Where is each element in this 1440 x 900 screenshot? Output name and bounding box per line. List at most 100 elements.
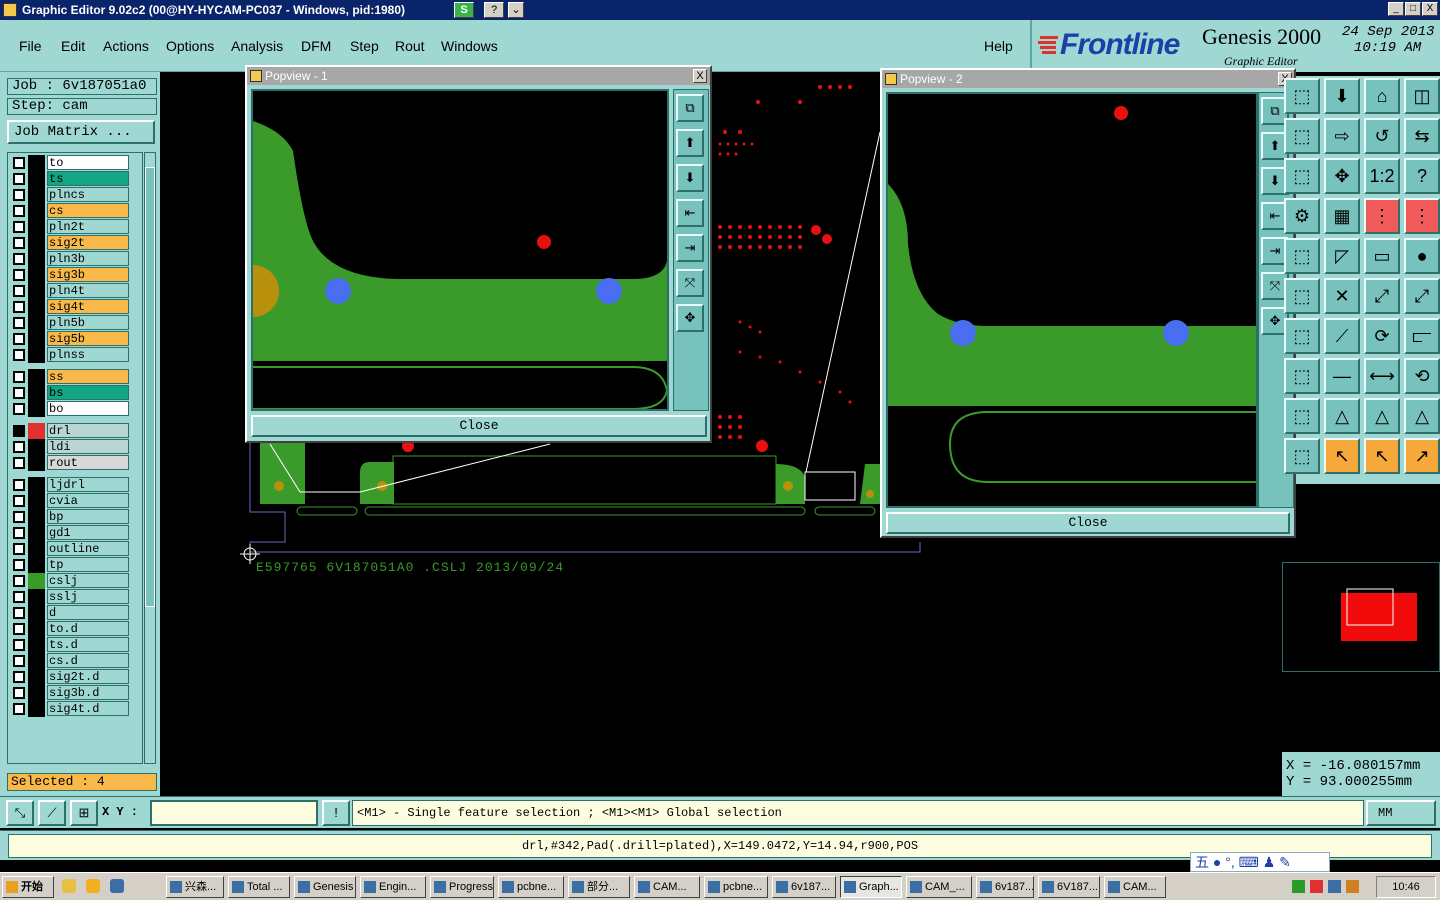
tray-icon[interactable] [1292, 880, 1305, 893]
layer-checkbox[interactable] [13, 285, 25, 297]
layer-checkbox[interactable] [13, 189, 25, 201]
layer-name[interactable]: ts.d [47, 637, 129, 652]
tool-button-26-icon[interactable]: ⟋ [1324, 318, 1360, 354]
layer-row-gd1[interactable]: gd1 [11, 525, 131, 541]
xy-input[interactable] [150, 800, 318, 826]
layer-color-swatch[interactable] [28, 493, 45, 509]
layer-checkbox[interactable] [13, 703, 25, 715]
layer-color-swatch[interactable] [28, 219, 45, 235]
layer-row-sslj[interactable]: sslj [11, 589, 131, 605]
layer-checkbox[interactable] [13, 511, 25, 523]
popview-1-tool-6-icon[interactable]: ⤧ [676, 269, 704, 297]
tray-icon[interactable] [1310, 880, 1323, 893]
menu-rout[interactable]: Rout [395, 38, 425, 54]
popview-1-tool-3-icon[interactable]: ⬇ [676, 164, 704, 192]
layer-row-cvia[interactable]: cvia [11, 493, 131, 509]
layer-name[interactable]: ts [47, 171, 129, 186]
layer-row-pln4t[interactable]: pln4t [11, 283, 131, 299]
tool-button-40-icon[interactable]: ↗ [1404, 438, 1440, 474]
layer-color-swatch[interactable] [28, 573, 45, 589]
tool-button-9-icon[interactable]: ⬚ [1284, 158, 1320, 194]
layer-row-sig2t[interactable]: sig2t [11, 235, 131, 251]
layer-color-swatch[interactable] [28, 267, 45, 283]
popview-1-view[interactable] [251, 89, 669, 411]
help-icon[interactable]: ? [484, 2, 504, 18]
layer-color-swatch[interactable] [28, 525, 45, 541]
layer-checkbox[interactable] [13, 639, 25, 651]
layer-name[interactable]: cslj [47, 573, 129, 588]
taskbar-button-15[interactable]: CAM... [1104, 876, 1166, 898]
layer-name[interactable]: cs.d [47, 653, 129, 668]
tool-button-10-icon[interactable]: ✥ [1324, 158, 1360, 194]
measure-tool-icon[interactable]: ⟋ [38, 800, 66, 826]
layer-name[interactable]: bo [47, 401, 129, 416]
layer-row-ljdrl[interactable]: ljdrl [11, 477, 131, 493]
taskbar-button-5[interactable]: Progress [430, 876, 494, 898]
menu-file[interactable]: File [19, 38, 42, 54]
layer-row-sig4t-d[interactable]: sig4t.d [11, 701, 131, 717]
layer-color-swatch[interactable] [28, 637, 45, 653]
menu-edit[interactable]: Edit [61, 38, 85, 54]
layer-name[interactable]: sig3b.d [47, 685, 129, 700]
layer-checkbox[interactable] [13, 221, 25, 233]
layer-name[interactable]: ldi [47, 439, 129, 454]
layer-checkbox[interactable] [13, 253, 25, 265]
layer-color-swatch[interactable] [28, 331, 45, 347]
tool-button-19-icon[interactable]: ▭ [1364, 238, 1400, 274]
layer-row-drl[interactable]: drl [11, 423, 131, 439]
layer-color-swatch[interactable] [28, 283, 45, 299]
popview-2-window[interactable]: Popview - 2 X ⧉⬆⬇⇤⇥⤧✥ Close [880, 68, 1296, 538]
tool-button-31-icon[interactable]: ⟷ [1364, 358, 1400, 394]
tool-button-27-icon[interactable]: ⟳ [1364, 318, 1400, 354]
layer-name[interactable]: sig4t.d [47, 701, 129, 716]
taskbar-button-3[interactable]: Genesis [294, 876, 356, 898]
layer-color-swatch[interactable] [28, 385, 45, 401]
popview-2-close-button[interactable]: Close [886, 512, 1290, 534]
layer-color-swatch[interactable] [28, 669, 45, 685]
popview-1-tool-7-icon[interactable]: ✥ [676, 304, 704, 332]
taskbar-button-14[interactable]: 6V187... [1038, 876, 1100, 898]
layer-name[interactable]: plnss [47, 347, 129, 362]
layer-color-swatch[interactable] [28, 541, 45, 557]
popview-1-tool-5-icon[interactable]: ⇥ [676, 234, 704, 262]
layer-color-swatch[interactable] [28, 235, 45, 251]
layer-checkbox[interactable] [13, 687, 25, 699]
layer-color-swatch[interactable] [28, 557, 45, 573]
ime-mode[interactable]: 五 [1195, 854, 1209, 870]
layer-checkbox[interactable] [13, 403, 25, 415]
layer-name[interactable]: sig2t [47, 235, 129, 250]
execute-button[interactable]: ! [322, 800, 350, 826]
taskbar-button-13[interactable]: 6v187... [976, 876, 1034, 898]
layer-checkbox[interactable] [13, 623, 25, 635]
layer-row-bs[interactable]: bs [11, 385, 131, 401]
layer-color-swatch[interactable] [28, 701, 45, 717]
tool-button-8-icon[interactable]: ⇆ [1404, 118, 1440, 154]
menu-options[interactable]: Options [166, 38, 214, 54]
popview-1-close-button[interactable]: Close [251, 415, 707, 437]
popview-2-titlebar[interactable]: Popview - 2 [882, 70, 1294, 88]
menu-step[interactable]: Step [350, 38, 379, 54]
layer-checkbox[interactable] [13, 527, 25, 539]
tool-button-7-icon[interactable]: ↺ [1364, 118, 1400, 154]
menu-windows[interactable]: Windows [441, 38, 498, 54]
tool-button-34-icon[interactable]: △ [1324, 398, 1360, 434]
overview-map[interactable] [1282, 562, 1440, 672]
layer-color-swatch[interactable] [28, 203, 45, 219]
tool-button-4-icon[interactable]: ◫ [1404, 78, 1440, 114]
tool-button-30-icon[interactable]: — [1324, 358, 1360, 394]
layer-row-bo[interactable]: bo [11, 401, 131, 417]
layer-color-swatch[interactable] [28, 401, 45, 417]
menu-dfm[interactable]: DFM [301, 38, 331, 54]
layer-row-ss[interactable]: ss [11, 369, 131, 385]
layer-checkbox[interactable] [13, 205, 25, 217]
popview-1-titlebar[interactable]: Popview - 1 [247, 67, 710, 85]
layer-color-swatch[interactable] [28, 477, 45, 493]
layer-name[interactable]: sslj [47, 589, 129, 604]
tool-button-33-icon[interactable]: ⬚ [1284, 398, 1320, 434]
tool-button-6-icon[interactable]: ⇨ [1324, 118, 1360, 154]
layer-row-sig2t-d[interactable]: sig2t.d [11, 669, 131, 685]
layer-name[interactable]: drl [47, 423, 129, 438]
minimize-button[interactable]: _ [1388, 2, 1404, 16]
layer-checkbox[interactable] [13, 333, 25, 345]
layer-color-swatch[interactable] [28, 187, 45, 203]
